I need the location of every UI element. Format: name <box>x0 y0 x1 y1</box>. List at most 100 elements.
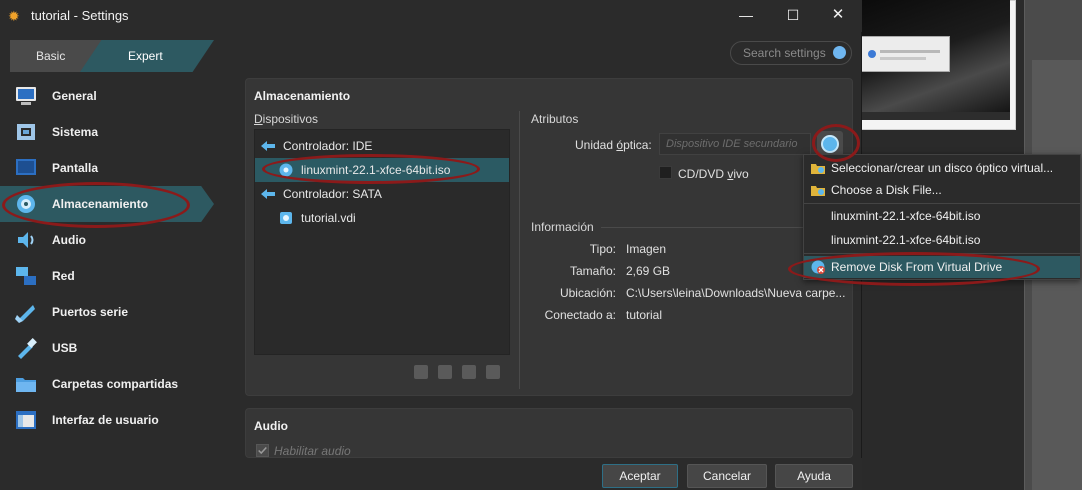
sidebar-item-label: Almacenamiento <box>52 197 149 211</box>
sidebar-item-label: General <box>52 89 97 103</box>
sata-controller-icon <box>261 189 275 199</box>
mode-tabs: Basic Expert <box>10 40 214 72</box>
optical-drive-label: Unidad óptica: <box>575 138 652 152</box>
sidebar-item-label: Pantalla <box>52 161 99 175</box>
remove-attachment-icon[interactable] <box>486 365 500 379</box>
menu-item-recent-iso[interactable]: linuxmint-22.1-xfce-64bit.iso <box>804 229 1080 251</box>
folder-icon <box>16 378 36 392</box>
ok-button[interactable]: Aceptar <box>602 464 678 488</box>
minimize-button[interactable]: — <box>734 4 758 26</box>
sidebar-item-label: Sistema <box>52 125 99 139</box>
info-icon <box>868 50 876 58</box>
live-cd-checkbox[interactable] <box>659 166 672 179</box>
search-icon[interactable] <box>833 46 846 59</box>
maximize-button[interactable]: ☐ <box>781 4 805 26</box>
sidebar-item-system[interactable]: Sistema <box>0 114 214 150</box>
search-input[interactable]: Search settings <box>730 41 852 65</box>
sidebar-item-label: Carpetas compartidas <box>52 377 179 391</box>
sidebar-item-shared-folders[interactable]: Carpetas compartidas <box>0 366 214 402</box>
info-attached-key: Conectado a: <box>544 308 616 322</box>
menu-item-remove-disk[interactable]: Remove Disk From Virtual Drive <box>804 256 1080 278</box>
disk-icon <box>17 195 35 213</box>
section-title: Audio <box>254 419 288 433</box>
vm-preview-taskbar <box>862 112 1010 120</box>
audio-group: Audio Habilitar audio <box>245 408 853 458</box>
devices-label: Dispositivos <box>254 112 319 126</box>
serial-port-icon <box>15 305 35 323</box>
display-icon <box>16 159 36 175</box>
search-placeholder: Search settings <box>743 46 826 60</box>
sidebar-item-display[interactable]: Pantalla <box>0 150 214 186</box>
add-controller-icon[interactable] <box>414 365 428 379</box>
sidebar-item-general[interactable]: General <box>0 78 214 114</box>
optical-drive-select[interactable]: Dispositivo IDE secundario <box>659 133 811 155</box>
enable-audio-label: Habilitar audio <box>274 444 351 458</box>
menu-item-label: linuxmint-22.1-xfce-64bit.iso <box>831 209 981 223</box>
menu-item-label: Remove Disk From Virtual Drive <box>831 260 1003 274</box>
sidebar-item-usb[interactable]: USB <box>0 330 214 366</box>
title-bar: ✹ tutorial - Settings — ☐ ✕ <box>0 0 862 32</box>
tree-item-label: linuxmint-22.1-xfce-64bit.iso <box>301 163 451 177</box>
close-button[interactable]: ✕ <box>826 4 850 26</box>
tree-item-label: tutorial.vdi <box>301 211 356 225</box>
info-attached-value: tutorial <box>626 308 663 322</box>
remove-disc-icon <box>811 260 825 274</box>
sidebar-item-label: Interfaz de usuario <box>52 413 159 427</box>
menu-item-select-create-disk[interactable]: Seleccionar/crear un disco óptico virtua… <box>804 157 1080 179</box>
tree-item-optical-disc[interactable]: linuxmint-22.1-xfce-64bit.iso <box>255 158 509 182</box>
sidebar-item-network[interactable]: Red <box>0 258 214 294</box>
settings-sidebar: General Sistema Pantalla Almacenamiento … <box>0 78 240 448</box>
vm-preview-dialog-text <box>880 50 940 53</box>
sidebar-item-label: Audio <box>52 233 86 247</box>
info-size-key: Tamaño: <box>569 264 616 278</box>
optical-disc-icon <box>821 135 839 153</box>
info-location-value: C:\Users\leina\Downloads\Nueva carpe... <box>626 286 846 300</box>
sidebar-item-serial-ports[interactable]: Puertos serie <box>0 294 214 330</box>
vm-preview-dialog-text <box>880 57 926 60</box>
settings-dialog: ✹ tutorial - Settings — ☐ ✕ Basic Expert… <box>0 0 862 490</box>
menu-item-label: linuxmint-22.1-xfce-64bit.iso <box>831 233 981 247</box>
ide-controller-icon <box>261 141 275 151</box>
info-size-value: 2,69 GB <box>626 264 671 278</box>
folder-disc-icon <box>811 186 825 196</box>
optical-disc-icon <box>279 163 293 177</box>
network-icon <box>16 267 36 285</box>
sidebar-item-storage[interactable]: Almacenamiento <box>0 186 214 222</box>
button-bar: Aceptar Cancelar Ayuda <box>0 458 862 490</box>
usb-icon <box>18 338 37 359</box>
disk-menu: Seleccionar/crear un disco óptico virtua… <box>803 154 1081 280</box>
folder-disc-icon <box>811 164 825 174</box>
gear-icon: ✹ <box>8 8 20 24</box>
sidebar-item-audio[interactable]: Audio <box>0 222 214 258</box>
speaker-icon <box>18 232 34 248</box>
sidebar-item-label: USB <box>52 341 78 355</box>
window-title: tutorial - Settings <box>31 8 129 23</box>
enable-audio-checkbox[interactable] <box>256 444 269 457</box>
menu-item-label: Choose a Disk File... <box>831 183 942 197</box>
live-cd-label: CD/DVD vivo <box>678 167 749 181</box>
information-label: Información <box>531 220 594 234</box>
help-button[interactable]: Ayuda <box>775 464 853 488</box>
cancel-button[interactable]: Cancelar <box>687 464 767 488</box>
optical-drive-value: Dispositivo IDE secundario <box>666 138 798 150</box>
window-icon <box>16 411 36 429</box>
sidebar-item-user-interface[interactable]: Interfaz de usuario <box>0 402 214 438</box>
storage-tree[interactable]: Controlador: IDE linuxmint-22.1-xfce-64b… <box>254 129 510 355</box>
menu-item-choose-disk-file[interactable]: Choose a Disk File... <box>804 179 1080 201</box>
storage-group: Almacenamiento Dispositivos Controlador:… <box>245 78 853 396</box>
section-title: Almacenamiento <box>254 89 351 103</box>
tree-item-sata-controller[interactable]: Controlador: SATA <box>255 182 509 206</box>
menu-item-recent-iso[interactable]: linuxmint-22.1-xfce-64bit.iso <box>804 205 1080 227</box>
info-type-key: Tipo: <box>589 242 616 256</box>
sidebar-item-label: Red <box>52 269 75 283</box>
tree-item-ide-controller[interactable]: Controlador: IDE <box>255 134 509 158</box>
remove-controller-icon[interactable] <box>438 365 452 379</box>
tab-expert[interactable]: Expert <box>80 40 214 72</box>
attributes-label: Atributos <box>531 112 579 126</box>
chip-icon <box>17 124 35 140</box>
info-type-value: Imagen <box>626 242 667 256</box>
sidebar-item-label: Puertos serie <box>52 305 129 319</box>
tree-item-hard-disk[interactable]: tutorial.vdi <box>255 206 509 230</box>
menu-separator <box>804 253 1080 254</box>
add-attachment-icon[interactable] <box>462 365 476 379</box>
